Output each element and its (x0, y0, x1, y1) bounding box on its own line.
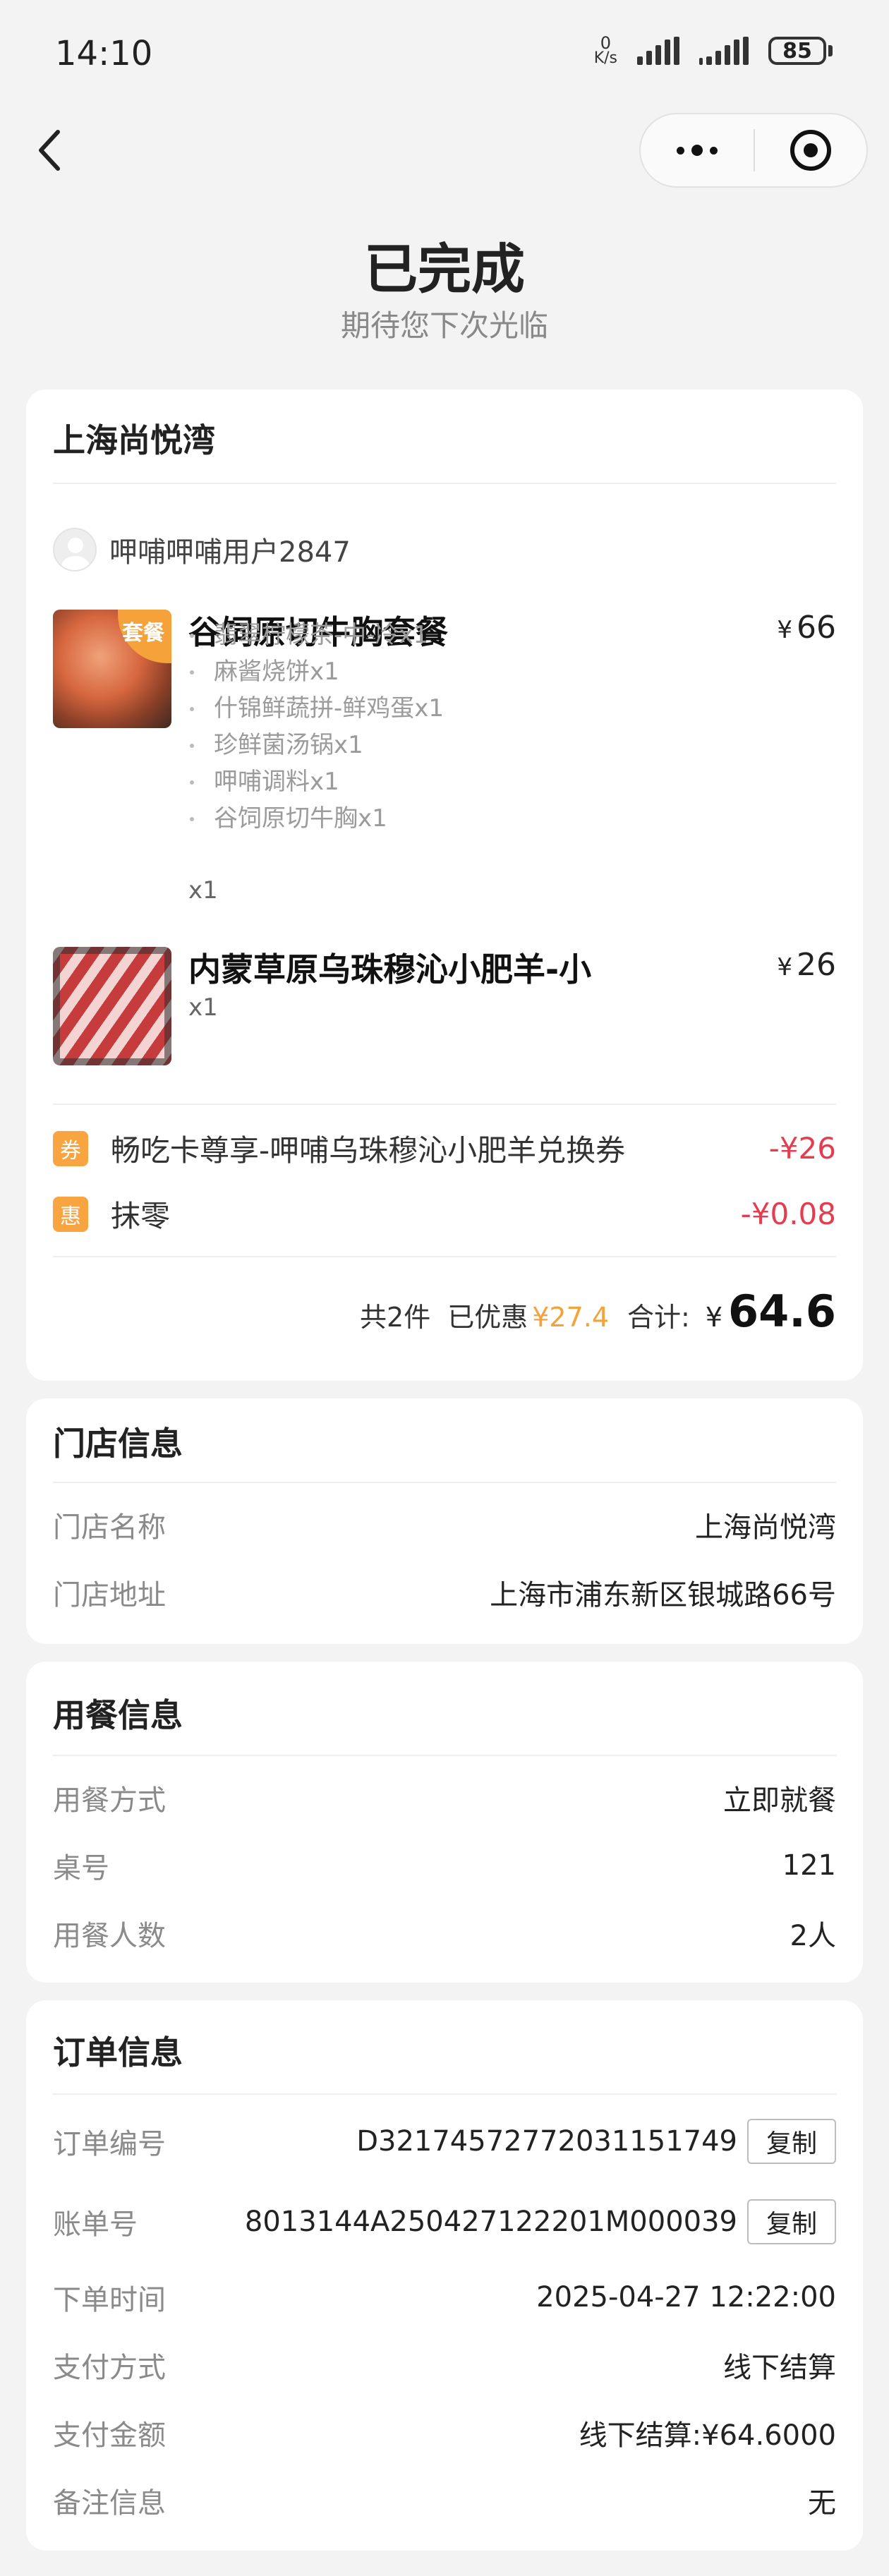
copy-order-number-button[interactable]: 复制 (747, 2119, 836, 2164)
more-dots-icon (677, 146, 684, 155)
back-button[interactable] (31, 126, 66, 175)
order-status-subtitle: 期待您下次光临 (340, 308, 548, 343)
store-name-row: 门店名称 上海尚悦湾 (53, 1511, 836, 1544)
item-price: ¥26 (777, 947, 836, 983)
sub-item: 什锦鲜蔬拼-鲜鸡蛋x1 (188, 690, 444, 727)
dining-info-title: 用餐信息 (53, 1696, 183, 1734)
set-sub-items: 翡翠柠檬茶-中-冷x1 麻酱烧饼x1 什锦鲜蔬拼-鲜鸡蛋x1 珍鲜菌汤锅x1 呷… (188, 617, 444, 837)
signal-icon (637, 37, 679, 65)
store-name: 上海尚悦湾 (53, 421, 215, 459)
order-time-row: 下单时间 2025-04-27 12:22:00 (53, 2281, 836, 2316)
discount-amount: -¥0.08 (740, 1197, 836, 1231)
signal-2-icon (699, 37, 749, 65)
discount-total: ¥27.4 (532, 1302, 610, 1333)
item-name: 内蒙草原乌珠穆沁小肥羊-小 (188, 950, 592, 988)
item-count: 共2件 (360, 1302, 431, 1333)
diner-count-row: 用餐人数 2人 (53, 1920, 836, 1952)
user-name: 呷哺呷哺用户2847 (109, 536, 351, 569)
store-info-card: 门店信息 门店名称 上海尚悦湾 门店地址 上海市浦东新区银城路66号 (26, 1398, 863, 1644)
order-info-title: 订单信息 (53, 2033, 183, 2072)
discount-amount: -¥26 (768, 1131, 836, 1166)
sub-item: 谷饲原切牛胸x1 (188, 800, 444, 837)
close-miniprogram-button[interactable] (755, 114, 866, 186)
table-number-row: 桌号 121 (53, 1849, 836, 1885)
network-speed: 0 K/s (593, 33, 617, 67)
bill-number-row: 账单号 8013144A250427122201M000039 复制 (53, 2199, 836, 2244)
discount-label: 已优惠 (447, 1302, 528, 1333)
order-number: D32174572772031151749 (356, 2125, 737, 2158)
promo-icon: 惠 (53, 1196, 88, 1232)
total-amount: 64.6 (728, 1286, 836, 1337)
dining-info-card: 用餐信息 用餐方式 立即就餐 桌号 121 用餐人数 2人 (26, 1662, 863, 1983)
sub-item: 麻酱烧饼x1 (188, 653, 444, 690)
avatar (53, 528, 97, 572)
remark-row: 备注信息 无 (53, 2487, 836, 2520)
status-icons: 0 K/s 85 (594, 35, 833, 66)
combo-tag: 套餐 (118, 610, 171, 663)
order-info-card: 订单信息 订单编号 D32174572772031151749 复制 账单号 8… (26, 2000, 863, 2551)
order-items-card: 上海尚悦湾 呷哺呷哺用户2847 套餐 谷饲原切牛胸套餐 ¥66 翡翠柠檬茶-中… (26, 389, 863, 1381)
mini-program-capsule (639, 113, 868, 188)
order-total-row: 共2件 已优惠 ¥27.4 合计: ¥ 64.6 (360, 1286, 836, 1337)
discount-label: 抹零 (111, 1199, 171, 1233)
payment-amount-row: 支付金额 线下结算:¥64.6000 (53, 2419, 836, 2452)
item-image-lamb[interactable] (53, 947, 171, 1065)
store-info-title: 门店信息 (53, 1425, 183, 1463)
battery-level: 85 (768, 37, 826, 65)
sub-item: 呷哺调料x1 (188, 763, 444, 800)
sub-item: 翡翠柠檬茶-中-冷x1 (188, 617, 444, 653)
more-button[interactable] (641, 114, 754, 186)
user-row: 呷哺呷哺用户2847 (53, 528, 351, 572)
chevron-left-icon (39, 130, 60, 171)
discount-label: 畅吃卡尊享-呷哺乌珠穆沁小肥羊兑换券 (111, 1133, 626, 1168)
coupon-icon: 券 (53, 1130, 88, 1166)
target-icon (790, 130, 831, 171)
discount-row-coupon: 券 畅吃卡尊享-呷哺乌珠穆沁小肥羊兑换券 -¥26 (53, 1127, 836, 1170)
item-price: ¥66 (777, 610, 836, 646)
battery-icon: 85 (768, 37, 833, 65)
status-time: 14:10 (55, 34, 153, 73)
store-address-row: 门店地址 上海市浦东新区银城路66号 (53, 1579, 836, 1611)
item-qty: x1 (188, 876, 218, 905)
total-label: 合计: (627, 1302, 690, 1333)
item-image-beef-set[interactable]: 套餐 (53, 610, 171, 728)
order-number-row: 订单编号 D32174572772031151749 复制 (53, 2119, 836, 2164)
payment-method-row: 支付方式 线下结算 (53, 2352, 836, 2384)
order-status-title: 已完成 (364, 238, 525, 301)
sub-item: 珍鲜菌汤锅x1 (188, 727, 444, 763)
bill-number: 8013144A250427122201M000039 (244, 2206, 737, 2238)
status-bar: 14:10 0 K/s 85 (0, 0, 889, 106)
copy-bill-number-button[interactable]: 复制 (747, 2199, 836, 2244)
discount-row-rounding: 惠 抹零 -¥0.08 (53, 1192, 836, 1235)
dining-mode-row: 用餐方式 立即就餐 (53, 1784, 836, 1817)
item-qty: x1 (188, 993, 218, 1022)
